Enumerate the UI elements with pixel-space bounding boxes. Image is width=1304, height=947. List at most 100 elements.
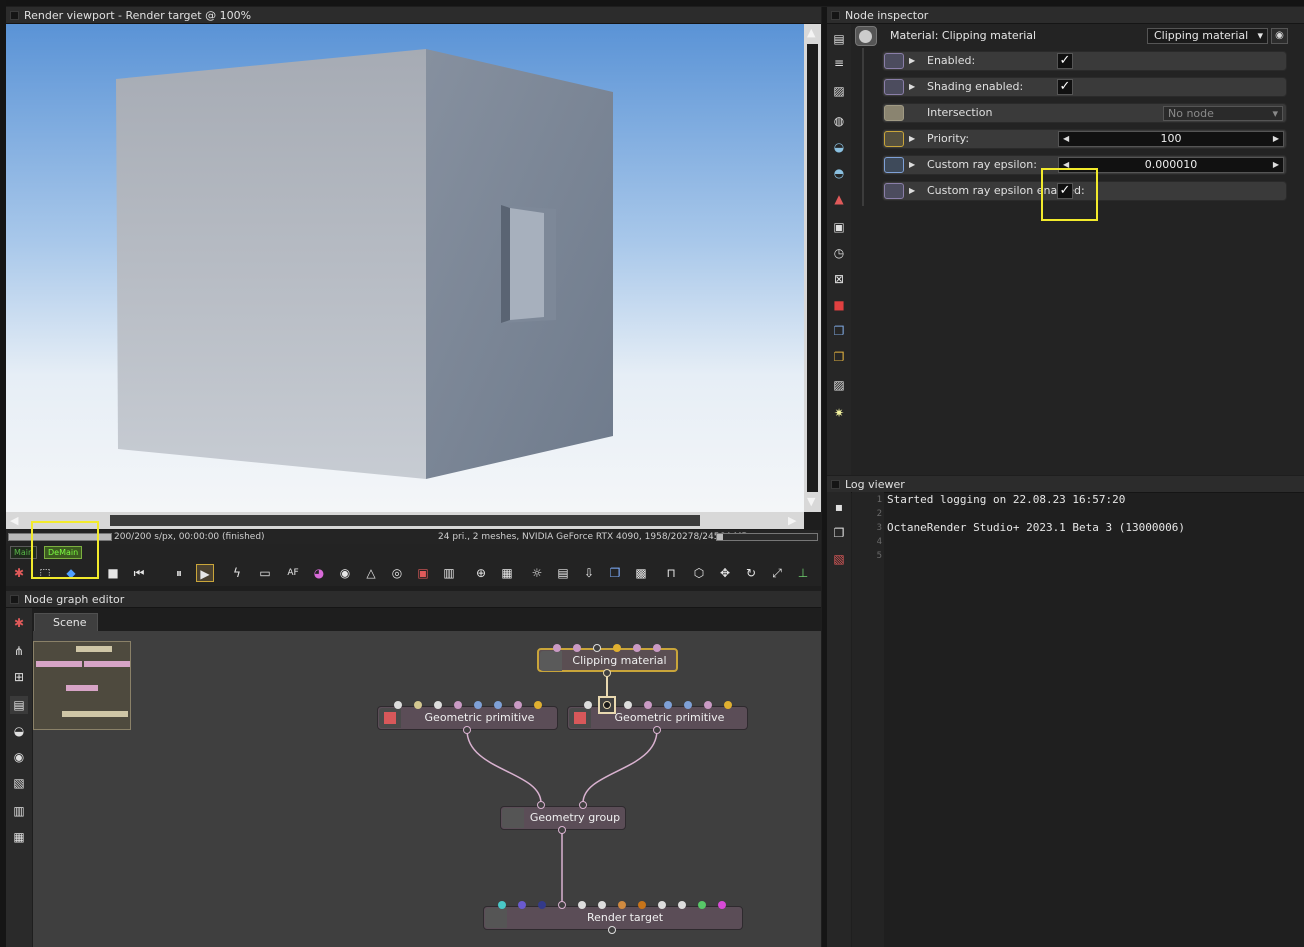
node-graph-show-icon[interactable]: ▤ [10, 696, 28, 714]
node-pin[interactable] [553, 644, 561, 652]
expand-triangle-icon[interactable]: ▶ [909, 182, 915, 200]
pause-render-icon[interactable]: ⏸ [170, 564, 188, 582]
node-pin[interactable] [633, 644, 641, 652]
tab-scene[interactable]: Scene [34, 613, 98, 631]
node-pin[interactable] [534, 701, 542, 709]
copy-log-icon[interactable]: ❐ [830, 524, 848, 542]
inspector-row-enabled[interactable]: ▶ Enabled: [882, 51, 1287, 71]
white-balance-icon[interactable]: ▣ [414, 564, 432, 582]
node-pin[interactable] [584, 701, 592, 709]
alpha-icon[interactable]: ▦ [498, 564, 516, 582]
viewport-resolution-icon[interactable]: ▭ [256, 564, 274, 582]
node-pin[interactable] [658, 901, 666, 909]
export-passes-icon[interactable]: ❐ [606, 564, 624, 582]
hscroll-thumb[interactable] [110, 515, 700, 526]
stop-render-icon[interactable]: ■ [104, 564, 122, 582]
node-graph-minimap[interactable] [33, 641, 131, 730]
clear-log-icon[interactable]: ▧ [830, 550, 848, 568]
color-picker-icon[interactable]: ◕ [310, 564, 328, 582]
node-pin[interactable] [454, 701, 462, 709]
node-graph-layout-icon[interactable]: ⋔ [10, 642, 28, 660]
camera-view-icon[interactable]: ⬡ [690, 564, 708, 582]
node-pin[interactable] [638, 901, 646, 909]
material-node-select[interactable]: Clipping material ▾ [1147, 28, 1268, 44]
eye-icon[interactable]: ◉ [1271, 28, 1288, 44]
node-pin[interactable] [644, 701, 652, 709]
node-pin[interactable] [514, 701, 522, 709]
node-graph-canvas[interactable] [33, 631, 821, 947]
node-pin[interactable] [718, 901, 726, 909]
node-output-pin[interactable] [603, 669, 611, 677]
node-graph-material-icon[interactable]: ◉ [10, 748, 28, 766]
node-pin[interactable] [593, 644, 601, 652]
scroll-up-icon[interactable]: ▲ [807, 24, 815, 41]
node-graph-clear-icon[interactable]: ✱ [10, 614, 28, 632]
node-pin[interactable] [394, 701, 402, 709]
node-pin[interactable] [498, 901, 506, 909]
animation-settings-icon[interactable]: ◷ [830, 244, 848, 262]
collapse-all-icon[interactable]: ≡ [830, 54, 848, 72]
node-output-pin[interactable] [463, 726, 471, 734]
material-input-socket[interactable] [598, 696, 616, 714]
render-viewport[interactable] [6, 24, 804, 512]
node-pin[interactable] [434, 701, 442, 709]
node-pin[interactable] [653, 644, 661, 652]
visible-env-shortcut-icon[interactable]: ◓ [830, 164, 848, 182]
viewport-vertical-scrollbar[interactable]: ▲ ▼ [804, 24, 821, 512]
node-input-pin[interactable] [537, 801, 545, 809]
scroll-left-icon[interactable]: ◀ [10, 512, 18, 529]
af-icon[interactable]: AF [284, 564, 302, 582]
output-aov-icon[interactable]: ❐ [830, 348, 848, 366]
node-pin[interactable] [678, 901, 686, 909]
node-pin[interactable] [664, 701, 672, 709]
node-pin[interactable] [494, 701, 502, 709]
lock-viewport-icon[interactable]: ⊓ [662, 564, 680, 582]
decrement-icon[interactable]: ◀ [1063, 132, 1069, 146]
enabled-checkbox[interactable]: ✓ [1057, 53, 1073, 69]
inspector-row-shading-enabled[interactable]: ▶ Shading enabled: [882, 77, 1287, 97]
material-picker-icon[interactable]: ◉ [336, 564, 354, 582]
scale-gizmo-icon[interactable]: ⤢ [768, 564, 786, 582]
restart-render-icon[interactable]: ⏮ [130, 564, 148, 582]
node-output-pin[interactable] [558, 826, 566, 834]
camera-target-icon[interactable]: ◎ [388, 564, 406, 582]
clear-render-icon[interactable]: ✱ [10, 564, 28, 582]
expand-triangle-icon[interactable]: ▶ [909, 156, 915, 174]
kernel-settings-icon[interactable]: ⊠ [830, 270, 848, 288]
priority-spinbox[interactable]: ◀ 100 ▶ [1058, 131, 1284, 147]
panel-grip-icon[interactable] [831, 480, 840, 489]
scroll-right-icon[interactable]: ▶ [788, 512, 796, 529]
viewport-horizontal-scrollbar[interactable]: ◀ ▶ [6, 512, 804, 529]
node-graph-render-icon[interactable]: ▥ [10, 802, 28, 820]
expand-triangle-icon[interactable]: ▶ [909, 78, 915, 96]
film-settings-icon[interactable]: ▣ [830, 218, 848, 236]
node-pin[interactable] [598, 901, 606, 909]
node-graph-collapse-icon[interactable]: ⊞ [10, 668, 28, 686]
node-pin[interactable] [624, 701, 632, 709]
imager-icon[interactable]: ▨ [830, 376, 848, 394]
expand-all-icon[interactable]: ▤ [830, 30, 848, 48]
panel-grip-icon[interactable] [831, 11, 840, 20]
rotate-gizmo-icon[interactable]: ↻ [742, 564, 760, 582]
background-image-icon[interactable]: ▩ [632, 564, 650, 582]
scroll-down-icon[interactable]: ▼ [807, 493, 815, 510]
node-pin[interactable] [578, 901, 586, 909]
panel-grip-icon[interactable] [10, 11, 19, 20]
decal-icon[interactable]: ☼ [528, 564, 546, 582]
shading-enabled-checkbox[interactable]: ✓ [1057, 79, 1073, 95]
expand-triangle-icon[interactable]: ▶ [909, 130, 915, 148]
camera-shortcut-icon[interactable]: ◍ [830, 112, 848, 130]
node-pin[interactable] [618, 901, 626, 909]
node-input-pin[interactable] [558, 901, 566, 909]
world-axis-icon[interactable]: ⊥ [794, 564, 812, 582]
node-pin[interactable] [704, 701, 712, 709]
render-priority-icon[interactable]: ▥ [440, 564, 458, 582]
node-output-pin[interactable] [653, 726, 661, 734]
node-pin[interactable] [414, 701, 422, 709]
copy-clipboard-icon[interactable]: ▤ [554, 564, 572, 582]
increment-icon[interactable]: ▶ [1273, 132, 1279, 146]
node-graph-texture-icon[interactable]: ▧ [10, 774, 28, 792]
node-pin[interactable] [698, 901, 706, 909]
vscroll-thumb[interactable] [807, 44, 818, 492]
panel-grip-icon[interactable] [10, 595, 19, 604]
